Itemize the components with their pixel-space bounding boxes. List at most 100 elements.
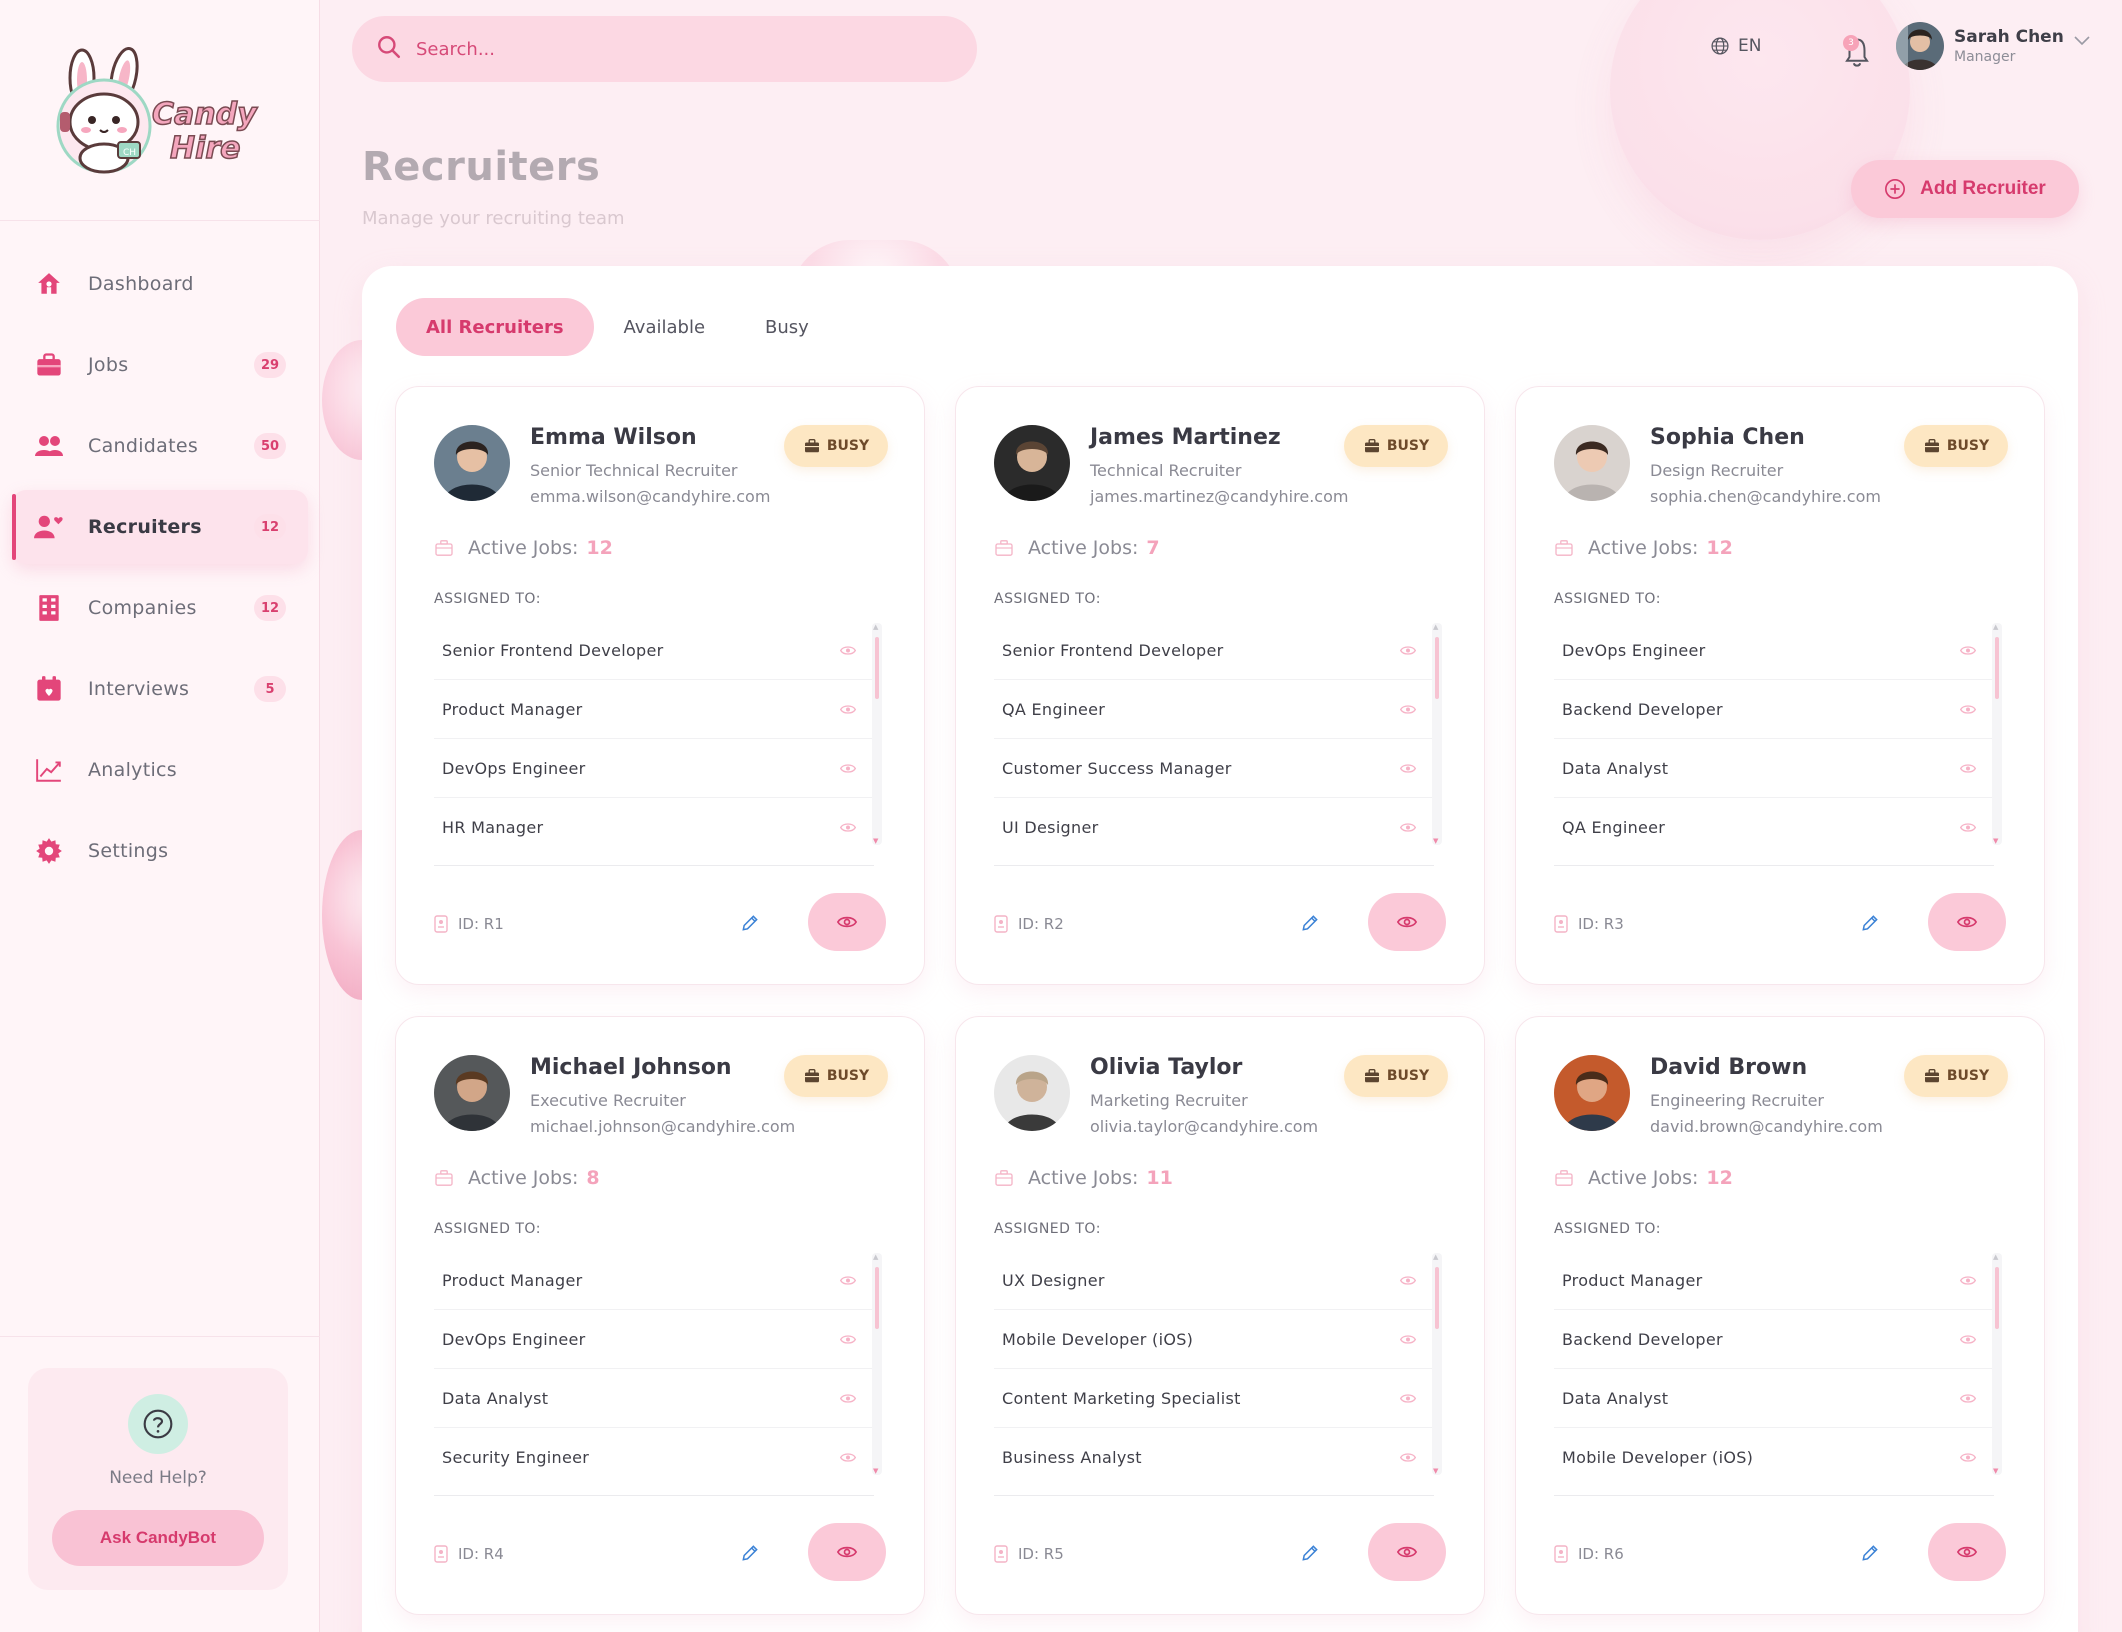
jobs-list-scrollbar[interactable]: ▲ ▼ (1992, 1253, 2002, 1475)
eye-icon[interactable] (1959, 1448, 1977, 1467)
scroll-down-arrow[interactable]: ▼ (1433, 1467, 1438, 1475)
eye-icon[interactable] (839, 641, 857, 660)
jobs-list-scrollbar[interactable]: ▲ ▼ (1432, 623, 1442, 845)
assigned-jobs-list[interactable]: UX Designer Mobile Developer (iOS) Content… (994, 1251, 1434, 1496)
jobs-list-scrollbar[interactable]: ▲ ▼ (872, 1253, 882, 1475)
sidebar-item-jobs[interactable]: Jobs 29 (12, 328, 308, 402)
tab-all-recruiters[interactable]: All Recruiters (396, 298, 594, 356)
assigned-jobs-list[interactable]: Senior Frontend Developer QA Engineer Cust… (994, 621, 1434, 866)
scroll-thumb[interactable] (1435, 637, 1439, 699)
assigned-job-row[interactable]: Backend Developer (1554, 1310, 1994, 1369)
scroll-up-arrow[interactable]: ▲ (1433, 623, 1438, 631)
assigned-job-row[interactable]: Customer Success Manager (994, 739, 1434, 798)
assigned-job-row[interactable]: HR Manager (434, 798, 874, 866)
assigned-job-row[interactable]: Data Analyst (434, 1369, 874, 1428)
scroll-up-arrow[interactable]: ▲ (1993, 623, 1998, 631)
language-selector[interactable]: EN (1710, 36, 1761, 56)
jobs-list-scrollbar[interactable]: ▲ ▼ (1432, 1253, 1442, 1475)
assigned-job-row[interactable]: DevOps Engineer (434, 1310, 874, 1369)
assigned-job-row[interactable]: Business Analyst (994, 1428, 1434, 1496)
assigned-jobs-list[interactable]: Senior Frontend Developer Product Manager… (434, 621, 874, 866)
eye-icon[interactable] (839, 1271, 857, 1290)
assigned-job-row[interactable]: Product Manager (434, 1251, 874, 1310)
eye-icon[interactable] (1399, 1330, 1417, 1349)
tab-busy[interactable]: Busy (735, 298, 839, 356)
view-recruiter-button[interactable] (1928, 893, 2006, 951)
eye-icon[interactable] (1959, 700, 1977, 719)
scroll-down-arrow[interactable]: ▼ (873, 1467, 878, 1475)
scroll-up-arrow[interactable]: ▲ (873, 1253, 878, 1261)
eye-icon[interactable] (839, 1330, 857, 1349)
assigned-job-row[interactable]: UI Designer (994, 798, 1434, 866)
sidebar-item-candidates[interactable]: Candidates 50 (12, 409, 308, 483)
assigned-jobs-list[interactable]: DevOps Engineer Backend Developer Data Ana… (1554, 621, 1994, 866)
scroll-down-arrow[interactable]: ▼ (873, 837, 878, 845)
sidebar-item-recruiters[interactable]: Recruiters 12 (12, 490, 308, 564)
sidebar-item-settings[interactable]: Settings (12, 814, 308, 888)
assigned-job-row[interactable]: Backend Developer (1554, 680, 1994, 739)
assigned-job-row[interactable]: UX Designer (994, 1251, 1434, 1310)
assigned-job-row[interactable]: QA Engineer (1554, 798, 1994, 866)
assigned-job-row[interactable]: Senior Frontend Developer (434, 621, 874, 680)
eye-icon[interactable] (1959, 759, 1977, 778)
view-recruiter-button[interactable] (1928, 1523, 2006, 1581)
scroll-thumb[interactable] (1995, 1267, 1999, 1329)
eye-icon[interactable] (839, 818, 857, 837)
user-menu[interactable]: Sarah Chen Manager (1896, 22, 2090, 70)
edit-button[interactable] (1852, 1535, 1888, 1571)
assigned-job-row[interactable]: Senior Frontend Developer (994, 621, 1434, 680)
eye-icon[interactable] (1959, 1271, 1977, 1290)
eye-icon[interactable] (1959, 1330, 1977, 1349)
tab-available[interactable]: Available (594, 298, 735, 356)
assigned-jobs-list[interactable]: Product Manager DevOps Engineer Data Analy… (434, 1251, 874, 1496)
sidebar-item-interviews[interactable]: Interviews 5 (12, 652, 308, 726)
eye-icon[interactable] (839, 1389, 857, 1408)
eye-icon[interactable] (1399, 1448, 1417, 1467)
eye-icon[interactable] (1959, 1389, 1977, 1408)
scroll-thumb[interactable] (1435, 1267, 1439, 1329)
eye-icon[interactable] (1959, 641, 1977, 660)
sidebar-item-companies[interactable]: Companies 12 (12, 571, 308, 645)
sidebar-item-analytics[interactable]: Analytics (12, 733, 308, 807)
assigned-job-row[interactable]: Content Marketing Specialist (994, 1369, 1434, 1428)
view-recruiter-button[interactable] (1368, 893, 1446, 951)
scroll-thumb[interactable] (1995, 637, 1999, 699)
ask-candybot-button[interactable]: Ask CandyBot (52, 1510, 264, 1566)
scroll-down-arrow[interactable]: ▼ (1993, 1467, 1998, 1475)
jobs-list-scrollbar[interactable]: ▲ ▼ (872, 623, 882, 845)
assigned-job-row[interactable]: Mobile Developer (iOS) (994, 1310, 1434, 1369)
scroll-up-arrow[interactable]: ▲ (1433, 1253, 1438, 1261)
assigned-job-row[interactable]: DevOps Engineer (434, 739, 874, 798)
eye-icon[interactable] (1399, 700, 1417, 719)
view-recruiter-button[interactable] (1368, 1523, 1446, 1581)
scroll-up-arrow[interactable]: ▲ (1993, 1253, 1998, 1261)
eye-icon[interactable] (1399, 759, 1417, 778)
edit-button[interactable] (732, 1535, 768, 1571)
jobs-list-scrollbar[interactable]: ▲ ▼ (1992, 623, 2002, 845)
assigned-job-row[interactable]: DevOps Engineer (1554, 621, 1994, 680)
scroll-thumb[interactable] (875, 637, 879, 699)
eye-icon[interactable] (839, 700, 857, 719)
search-input[interactable] (416, 38, 936, 60)
assigned-job-row[interactable]: Product Manager (1554, 1251, 1994, 1310)
edit-button[interactable] (1292, 1535, 1328, 1571)
assigned-job-row[interactable]: Security Engineer (434, 1428, 874, 1496)
assigned-job-row[interactable]: Mobile Developer (iOS) (1554, 1428, 1994, 1496)
add-recruiter-button[interactable]: Add Recruiter (1851, 160, 2079, 218)
assigned-job-row[interactable]: Product Manager (434, 680, 874, 739)
scroll-down-arrow[interactable]: ▼ (1433, 837, 1438, 845)
candyhire-logo[interactable]: CH Candy Hire (46, 46, 266, 176)
scroll-up-arrow[interactable]: ▲ (873, 623, 878, 631)
eye-icon[interactable] (1399, 1389, 1417, 1408)
assigned-job-row[interactable]: Data Analyst (1554, 739, 1994, 798)
view-recruiter-button[interactable] (808, 1523, 886, 1581)
eye-icon[interactable] (839, 1448, 857, 1467)
assigned-job-row[interactable]: QA Engineer (994, 680, 1434, 739)
edit-button[interactable] (732, 905, 768, 941)
scroll-thumb[interactable] (875, 1267, 879, 1329)
view-recruiter-button[interactable] (808, 893, 886, 951)
eye-icon[interactable] (1399, 641, 1417, 660)
assigned-job-row[interactable]: Data Analyst (1554, 1369, 1994, 1428)
assigned-jobs-list[interactable]: Product Manager Backend Developer Data Ana… (1554, 1251, 1994, 1496)
sidebar-item-dashboard[interactable]: Dashboard (12, 247, 308, 321)
